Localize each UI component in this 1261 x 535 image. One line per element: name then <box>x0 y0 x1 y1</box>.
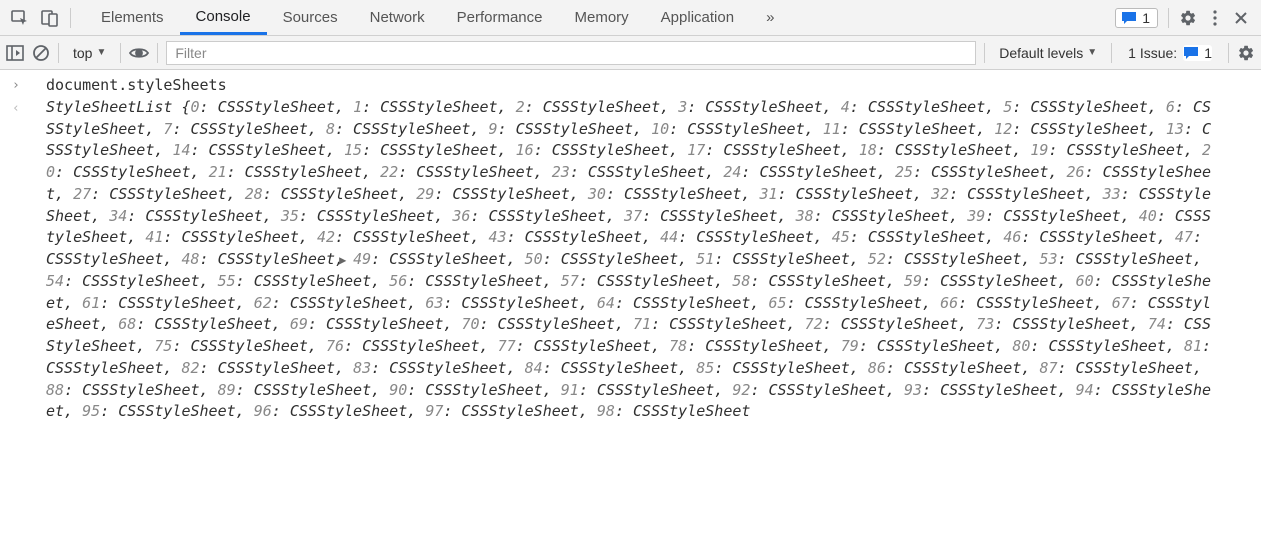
issues-count: 1 <box>1204 45 1212 61</box>
levels-label: Default levels <box>999 45 1083 61</box>
tab-sources[interactable]: Sources <box>267 0 354 35</box>
divider <box>1168 8 1169 28</box>
sidebar-toggle-icon[interactable] <box>6 45 24 61</box>
divider <box>120 43 121 63</box>
console-input-row: › document.styleSheets <box>0 74 1261 97</box>
console-toolbar: top ▼ Default levels ▼ 1 Issue: 1 <box>0 36 1261 70</box>
tab-overflow[interactable]: » <box>750 0 790 35</box>
divider <box>70 8 71 28</box>
tab-console[interactable]: Console <box>180 0 267 35</box>
settings-icon[interactable] <box>1179 9 1197 27</box>
messages-count: 1 <box>1142 10 1150 26</box>
tabbar-left-icons <box>6 8 71 28</box>
filter-input[interactable] <box>166 41 976 65</box>
context-label: top <box>73 45 92 61</box>
divider <box>157 43 158 63</box>
tabbar-right: 1 <box>1115 8 1255 28</box>
log-levels-selector[interactable]: Default levels ▼ <box>993 45 1103 61</box>
device-toggle-icon[interactable] <box>40 8 60 28</box>
messages-badge[interactable]: 1 <box>1115 8 1158 28</box>
return-icon: ‹ <box>0 97 46 119</box>
close-icon[interactable] <box>1233 10 1249 26</box>
tab-application[interactable]: Application <box>645 0 750 35</box>
kebab-menu-icon[interactable] <box>1207 9 1223 27</box>
result-object[interactable]: StyleSheetList {0: CSSStyleSheet, 1: CSS… <box>46 97 1236 423</box>
inspect-element-icon[interactable] <box>10 8 30 28</box>
devtools-tabbar: Elements Console Sources Network Perform… <box>0 0 1261 36</box>
tab-network[interactable]: Network <box>354 0 441 35</box>
context-selector[interactable]: top ▼ <box>67 43 112 63</box>
console-settings-icon[interactable] <box>1237 44 1255 62</box>
tab-memory[interactable]: Memory <box>559 0 645 35</box>
issues-link[interactable]: 1 Issue: 1 <box>1120 45 1220 61</box>
console-result-row: ‹ StyleSheetList {0: CSSStyleSheet, 1: C… <box>0 97 1261 423</box>
clear-console-icon[interactable] <box>32 44 50 62</box>
tab-elements[interactable]: Elements <box>85 0 180 35</box>
issues-badge: 1 <box>1183 45 1212 61</box>
divider <box>58 43 59 63</box>
tab-performance[interactable]: Performance <box>441 0 559 35</box>
chevron-down-icon: ▼ <box>1087 47 1097 58</box>
issues-label: 1 Issue: <box>1128 45 1177 61</box>
live-expression-icon[interactable] <box>129 46 149 60</box>
divider <box>984 43 985 63</box>
divider <box>1228 43 1229 63</box>
chevron-down-icon: ▼ <box>96 47 106 58</box>
divider <box>1111 43 1112 63</box>
command-text[interactable]: document.styleSheets <box>46 74 227 97</box>
prompt-icon: › <box>0 74 46 96</box>
panel-tabs: Elements Console Sources Network Perform… <box>85 0 790 35</box>
console-output: › document.styleSheets ‹ StyleSheetList … <box>0 70 1261 535</box>
